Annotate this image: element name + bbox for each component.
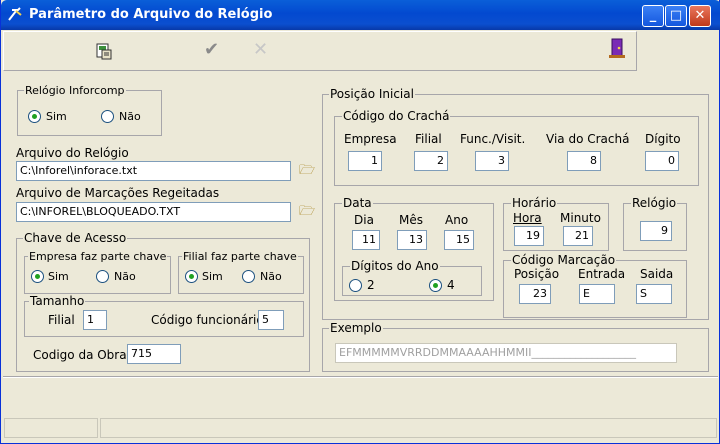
digitos-2-radio[interactable]: [349, 279, 362, 292]
relogio-input[interactable]: 9: [640, 221, 672, 241]
relogio-legend: Relógio: [631, 196, 678, 210]
filial-size-input[interactable]: 1: [83, 310, 107, 330]
empresa-chave-sim-radio[interactable]: [31, 270, 44, 283]
posicao-inicial-legend: Posição Inicial: [329, 87, 415, 101]
dialog-window: Parâmetro do Arquivo do Relógio _ □ ✕ ✔ …: [0, 0, 720, 444]
cracha-via-input[interactable]: 8: [567, 151, 601, 171]
digitos-4-radio[interactable]: [429, 279, 442, 292]
cracha-empresa-label: Empresa: [344, 132, 397, 146]
open-folder-icon[interactable]: 🗁: [298, 164, 316, 178]
chave-acesso-legend: Chave de Acesso: [23, 231, 128, 245]
posicao-inicial-group: Posição Inicial Código do Crachá Empresa…: [322, 88, 709, 320]
toolbar: ✔ ✕: [3, 31, 637, 71]
empresa-chave-legend: Empresa faz parte chave: [28, 250, 168, 263]
chave-acesso-group: Chave de Acesso Empresa faz parte chave …: [16, 232, 310, 372]
save-icon[interactable]: [94, 41, 114, 61]
digitos-ano-group: Dígitos do Ano 2 4: [342, 260, 482, 296]
window-title: Parâmetro do Arquivo do Relógio: [29, 7, 273, 22]
hora-label: Hora: [513, 211, 542, 225]
horario-group: Horário Hora 19 Minuto 21: [503, 197, 609, 251]
cracha-empresa-input[interactable]: 1: [348, 151, 382, 171]
digitos-ano-legend: Dígitos do Ano: [350, 259, 440, 273]
entrada-input[interactable]: E: [579, 284, 615, 304]
cracha-filial-label: Filial: [415, 132, 442, 146]
empresa-chave-nao-radio[interactable]: [96, 270, 109, 283]
codigo-marcacao-legend: Código Marcação: [511, 253, 617, 267]
arquivo-rejeitadas-input[interactable]: C:\INFOREL\BLOQUEADO.TXT: [16, 202, 291, 222]
filial-chave-nao-radio[interactable]: [242, 270, 255, 283]
exemplo-output: EFMMMMMVRRDDMMAAAAHHMMII________________…: [335, 343, 677, 363]
posicao-label: Posição: [514, 267, 560, 281]
filial-chave-legend: Filial faz parte chave: [182, 250, 298, 263]
data-group: Data Dia 11 Mês 13 Ano 15 Dígitos do Ano…: [334, 197, 494, 301]
codigo-obra-input[interactable]: 715: [127, 344, 181, 364]
ano-label: Ano: [445, 213, 469, 227]
title-bar: Parâmetro do Arquivo do Relógio _ □ ✕: [1, 0, 720, 30]
exemplo-group: Exemplo EFMMMMMVRRDDMMAAAAHHMMII________…: [322, 322, 709, 372]
posicao-input[interactable]: 23: [519, 284, 551, 304]
dia-input[interactable]: 11: [352, 230, 380, 250]
horario-legend: Horário: [511, 196, 558, 210]
exit-door-icon[interactable]: [608, 37, 626, 59]
open-folder-icon[interactable]: 🗁: [298, 205, 316, 219]
relogio-inforcomp-sim-label: Sim: [46, 110, 67, 123]
funcionario-size-label: Código funcionário: [151, 313, 264, 327]
filial-chave-sim-radio[interactable]: [185, 270, 198, 283]
dia-label: Dia: [354, 213, 374, 227]
arquivo-rejeitadas-label: Arquivo de Marcações Regeitadas: [16, 186, 220, 200]
filial-size-label: Filial: [48, 313, 75, 327]
relogio-inforcomp-sim-radio[interactable]: [28, 110, 41, 123]
mes-label: Mês: [399, 213, 423, 227]
cracha-via-label: Via do Crachá: [546, 132, 630, 146]
data-legend: Data: [342, 196, 373, 210]
saida-input[interactable]: S: [636, 284, 672, 304]
tamanho-group: Tamanho Filial 1 Código funcionário 5: [24, 295, 304, 337]
close-button[interactable]: ✕: [689, 5, 711, 27]
arquivo-relogio-input[interactable]: C:\Inforel\inforace.txt: [16, 161, 291, 181]
ano-input[interactable]: 15: [444, 230, 474, 250]
funcionario-size-input[interactable]: 5: [258, 310, 284, 330]
empresa-chave-sim-label: Sim: [48, 270, 69, 283]
relogio-inforcomp-group: Relógio Inforcomp Sim Não: [17, 84, 162, 136]
relogio-inforcomp-nao-radio[interactable]: [101, 110, 114, 123]
arquivo-relogio-label: Arquivo do Relógio: [16, 146, 129, 160]
cracha-digito-label: Dígito: [645, 132, 681, 146]
entrada-label: Entrada: [578, 267, 626, 281]
app-icon: [7, 6, 23, 22]
mes-input[interactable]: 13: [397, 230, 427, 250]
minimize-button[interactable]: _: [642, 5, 664, 27]
saida-label: Saida: [640, 267, 674, 281]
digitos-2-label: 2: [367, 278, 375, 292]
filial-chave-nao-label: Não: [260, 270, 282, 283]
maximize-button[interactable]: □: [665, 5, 687, 27]
filial-chave-sim-label: Sim: [202, 270, 223, 283]
hora-input[interactable]: 19: [514, 226, 544, 246]
codigo-obra-label: Codigo da Obra:: [33, 348, 131, 362]
left-panel: Relógio Inforcomp Sim Não Arquivo do Rel…: [6, 80, 317, 372]
cracha-filial-input[interactable]: 2: [414, 151, 448, 171]
cracha-digito-input[interactable]: 0: [645, 151, 679, 171]
bottom-separator: [3, 376, 718, 378]
tamanho-legend: Tamanho: [29, 294, 86, 308]
relogio-group: Relógio 9: [623, 197, 687, 251]
check-icon[interactable]: ✔: [204, 41, 222, 59]
status-panel: [4, 418, 98, 438]
cancel-icon[interactable]: ✕: [253, 41, 271, 59]
codigo-marcacao-group: Código Marcação Posição 23 Entrada E Sai…: [503, 254, 687, 318]
minuto-label: Minuto: [560, 211, 601, 225]
empresa-chave-nao-label: Não: [114, 270, 136, 283]
filial-chave-group: Filial faz parte chave Sim Não: [178, 250, 304, 294]
digitos-4-label: 4: [447, 278, 455, 292]
relogio-inforcomp-legend: Relógio Inforcomp: [24, 84, 126, 97]
empresa-chave-group: Empresa faz parte chave Sim Não: [24, 250, 171, 294]
codigo-cracha-legend: Código do Crachá: [342, 109, 451, 123]
cracha-func-label: Func./Visit.: [460, 132, 526, 146]
status-panel: [100, 418, 717, 438]
codigo-cracha-group: Código do Crachá Empresa 1 Filial 2 Func…: [334, 110, 699, 186]
cracha-func-input[interactable]: 3: [475, 151, 509, 171]
relogio-inforcomp-nao-label: Não: [119, 110, 141, 123]
exemplo-legend: Exemplo: [329, 321, 383, 335]
minuto-input[interactable]: 21: [563, 226, 593, 246]
